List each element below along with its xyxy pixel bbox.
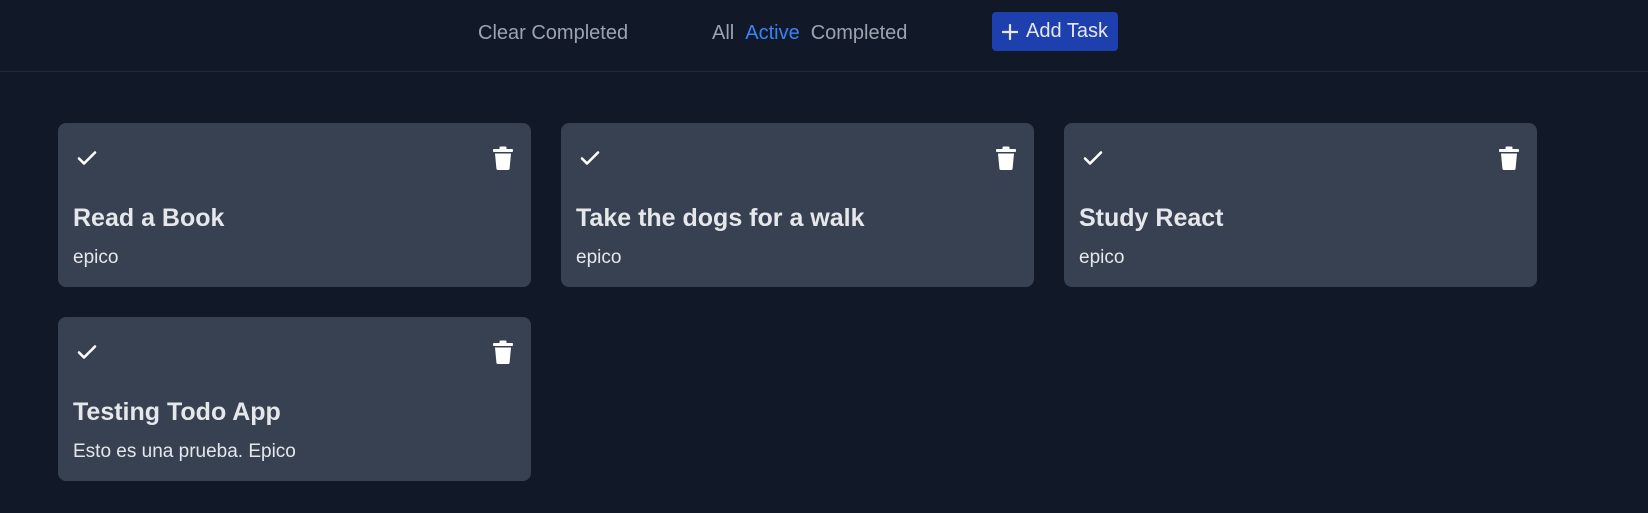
check-icon[interactable] xyxy=(76,341,98,363)
task-title: Testing Todo App xyxy=(73,398,281,426)
clear-completed-button[interactable]: Clear Completed xyxy=(478,20,628,46)
task-title: Study React xyxy=(1079,204,1224,232)
trash-icon[interactable] xyxy=(995,146,1017,170)
add-task-button[interactable]: Add Task xyxy=(992,12,1118,51)
trash-icon[interactable] xyxy=(492,340,514,364)
top-bar: Clear Completed All Active Completed Add… xyxy=(0,0,1648,72)
task-description: epico xyxy=(576,247,622,268)
task-description: Esto es una prueba. Epico xyxy=(73,441,296,462)
task-card: Take the dogs for a walk epico xyxy=(561,123,1034,287)
task-description: epico xyxy=(73,247,119,268)
task-card: Study React epico xyxy=(1064,123,1537,287)
filter-active[interactable]: Active xyxy=(745,20,799,46)
task-card: Read a Book epico xyxy=(58,123,531,287)
add-task-label: Add Task xyxy=(1026,20,1108,42)
task-title: Read a Book xyxy=(73,204,225,232)
check-icon[interactable] xyxy=(579,147,601,169)
check-icon[interactable] xyxy=(1082,147,1104,169)
filter-completed[interactable]: Completed xyxy=(811,20,908,46)
task-card: Testing Todo App Esto es una prueba. Epi… xyxy=(58,317,531,481)
filter-group: All Active Completed xyxy=(712,20,907,46)
trash-icon[interactable] xyxy=(492,146,514,170)
check-icon[interactable] xyxy=(76,147,98,169)
task-title: Take the dogs for a walk xyxy=(576,204,865,232)
trash-icon[interactable] xyxy=(1498,146,1520,170)
task-description: epico xyxy=(1079,247,1125,268)
task-grid: Read a Book epico Take the dogs for a wa… xyxy=(58,123,1538,481)
plus-icon xyxy=(1002,23,1019,40)
filter-all[interactable]: All xyxy=(712,20,734,46)
